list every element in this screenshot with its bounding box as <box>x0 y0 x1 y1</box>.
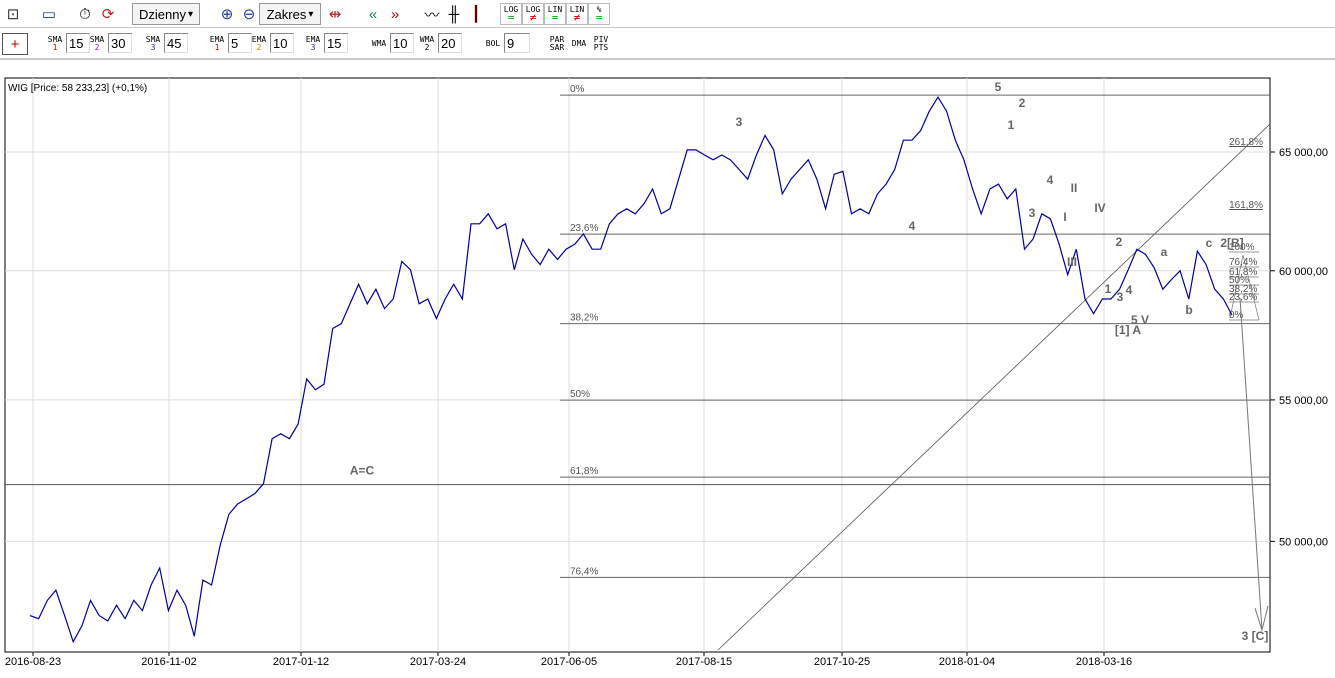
wave-label: 1 <box>1008 118 1015 132</box>
wave-label: 2 <box>1116 235 1123 249</box>
fib-level-label: 76,4% <box>570 566 598 577</box>
wave-label: 4 <box>909 219 916 233</box>
x-tick-label: 2017-06-05 <box>541 656 597 668</box>
wave-label: 2[B] <box>1220 236 1243 250</box>
price-chart[interactable]: 0% 23,6% 38,2% 50% 61,8% 76,4% A=C 261,8% 161,8%… <box>0 0 1335 678</box>
fib-level-label: 23,6% <box>570 223 598 234</box>
x-tick-label: 2016-11-02 <box>141 656 196 668</box>
x-tick-label: 2018-01-04 <box>939 656 995 668</box>
y-tick-label: 60 000,00 <box>1279 266 1328 278</box>
chart-header: WIG [Price: 58 233,23] (+0,1%) <box>8 83 147 94</box>
wave-label: c <box>1206 236 1213 250</box>
wave-label: 2 <box>1019 96 1026 110</box>
extension-label: 161,8% <box>1229 200 1263 211</box>
wave-label: II <box>1071 181 1078 195</box>
wave-label: IV <box>1094 201 1105 215</box>
plot-frame <box>4 77 1271 653</box>
fib-level-label: 50% <box>570 389 590 400</box>
wave-label: 3 <box>1029 206 1036 220</box>
a-equals-c-label: A=C <box>350 464 375 478</box>
wave-label: a <box>1161 245 1168 259</box>
wave-label: 1 <box>1105 282 1112 296</box>
wave-label: 3 <box>736 115 743 129</box>
fib-level-label: 0% <box>570 84 585 95</box>
wave-label: [1] A <box>1115 323 1142 337</box>
wave-label: III <box>1067 255 1077 269</box>
wave-label: I <box>1063 210 1066 224</box>
wave-label: 3 <box>1117 290 1124 304</box>
extension-label: 261,8% <box>1229 137 1263 148</box>
y-tick-label: 50 000,00 <box>1279 536 1328 548</box>
wave-label: 4 <box>1126 283 1133 297</box>
x-tick-label: 2016-08-23 <box>5 656 61 668</box>
x-tick-label: 2017-08-15 <box>676 656 732 668</box>
x-tick-label: 2017-10-25 <box>814 656 870 668</box>
y-tick-label: 55 000,00 <box>1279 395 1328 407</box>
wave-label: b <box>1185 303 1192 317</box>
fib-level-label: 38,2% <box>570 313 598 324</box>
wave-label: 4 <box>1047 173 1054 187</box>
x-tick-label: 2017-03-24 <box>410 656 466 668</box>
wave-label: 3 [C] <box>1242 629 1269 643</box>
x-tick-label: 2018-03-16 <box>1076 656 1132 668</box>
x-tick-label: 2017-01-12 <box>273 656 329 668</box>
y-tick-label: 65 000,00 <box>1279 147 1328 159</box>
wave-label: 5 <box>995 80 1002 94</box>
fib-level-label: 61,8% <box>570 466 598 477</box>
